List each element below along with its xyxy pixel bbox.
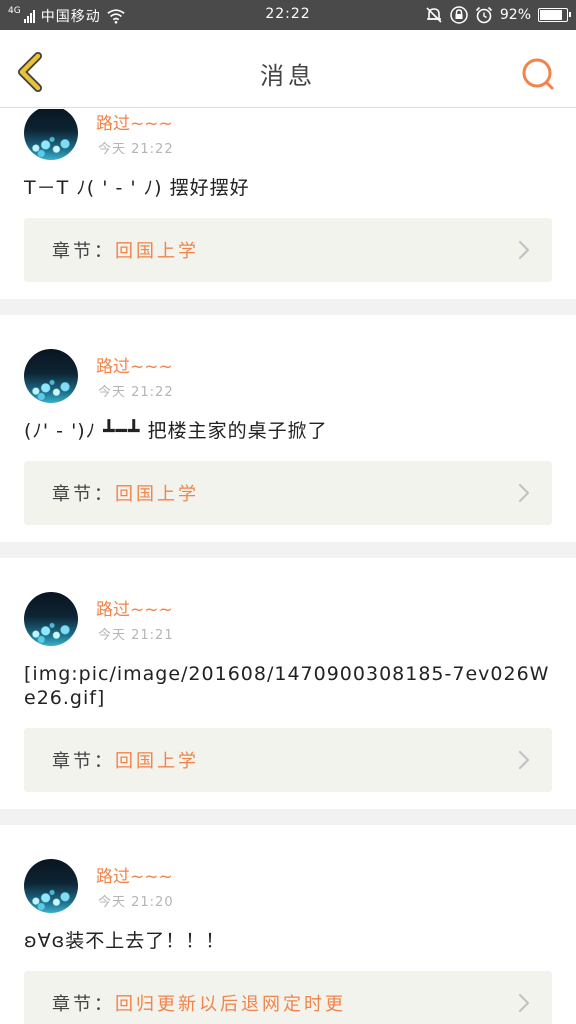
chapter-label: 章节：: [52, 751, 115, 772]
card-separator: [0, 809, 576, 825]
chevron-right-icon: [518, 483, 530, 503]
chapter-label: 章节：: [52, 241, 115, 262]
message-content: T－T ﾉ( ' - ' ﾉ) 摆好摆好: [24, 177, 250, 199]
message-item: 路过~~~ 今天 21:20 ʚ∀ɞ装不上去了！！！ 章节： 回归更新以后退网定…: [0, 825, 576, 1024]
message-list[interactable]: 路过~~~ 今天 21:22 T－T ﾉ( ' - ' ﾉ) 摆好摆好 章节： …: [0, 109, 576, 1024]
timestamp: 今天 21:22: [98, 385, 174, 400]
card-separator: [0, 299, 576, 315]
chapter-label: 章节：: [52, 994, 115, 1015]
search-icon[interactable]: [520, 56, 556, 92]
avatar[interactable]: [24, 349, 78, 403]
message-item: 路过~~~ 今天 21:21 [img:pic/image/201608/147…: [0, 558, 576, 809]
chapter-title: 回国上学: [115, 241, 199, 262]
chevron-right-icon: [518, 240, 530, 260]
status-right: 92%: [425, 6, 571, 24]
message-content: (ﾉ' - ')ﾉ ┻━┻ 把楼主家的桌子掀了: [24, 420, 328, 442]
username[interactable]: 路过~~~: [96, 352, 173, 377]
lock-icon: [450, 6, 468, 24]
page-title: 消息: [260, 62, 316, 90]
chapter-link[interactable]: 章节： 回国上学: [24, 461, 552, 525]
mute-icon: [426, 7, 442, 23]
username[interactable]: 路过~~~: [96, 862, 173, 887]
username[interactable]: 路过~~~: [96, 595, 173, 620]
avatar[interactable]: [24, 109, 78, 160]
chapter-title: 回国上学: [115, 751, 199, 772]
message-item: 路过~~~ 今天 21:22 T－T ﾉ( ' - ' ﾉ) 摆好摆好 章节： …: [0, 109, 576, 299]
timestamp: 今天 21:21: [98, 628, 174, 643]
battery-fill: [540, 10, 562, 20]
message-content: ʚ∀ɞ装不上去了！！！: [24, 930, 226, 952]
message-header: 路过~~~ 今天 21:22: [24, 349, 552, 405]
battery-icon: [538, 8, 571, 22]
message-header: 路过~~~ 今天 21:21: [24, 592, 552, 648]
username[interactable]: 路过~~~: [96, 109, 173, 134]
chapter-link[interactable]: 章节： 回归更新以后退网定时更: [24, 971, 552, 1024]
chapter-label: 章节：: [52, 484, 115, 505]
alarm-icon: [475, 6, 492, 24]
timestamp: 今天 21:22: [98, 142, 174, 157]
nav-bar: 消息: [0, 30, 576, 108]
message-header: 路过~~~ 今天 21:22: [24, 109, 552, 162]
chapter-title: 回国上学: [115, 484, 199, 505]
battery-percent: 92%: [499, 7, 531, 23]
chevron-right-icon: [518, 993, 530, 1013]
card-separator: [0, 542, 576, 558]
chevron-right-icon: [518, 750, 530, 770]
chapter-title: 回归更新以后退网定时更: [115, 994, 346, 1015]
avatar[interactable]: [24, 859, 78, 913]
message-content: [img:pic/image/201608/1470900308185-7ev0…: [24, 663, 550, 709]
status-bar: 4G 中国移动 22:22 92%: [0, 0, 576, 30]
chapter-link[interactable]: 章节： 回国上学: [24, 218, 552, 282]
avatar[interactable]: [24, 592, 78, 646]
message-header: 路过~~~ 今天 21:20: [24, 859, 552, 915]
message-item: 路过~~~ 今天 21:22 (ﾉ' - ')ﾉ ┻━┻ 把楼主家的桌子掀了 章…: [0, 315, 576, 542]
chapter-link[interactable]: 章节： 回国上学: [24, 728, 552, 792]
timestamp: 今天 21:20: [98, 895, 174, 910]
